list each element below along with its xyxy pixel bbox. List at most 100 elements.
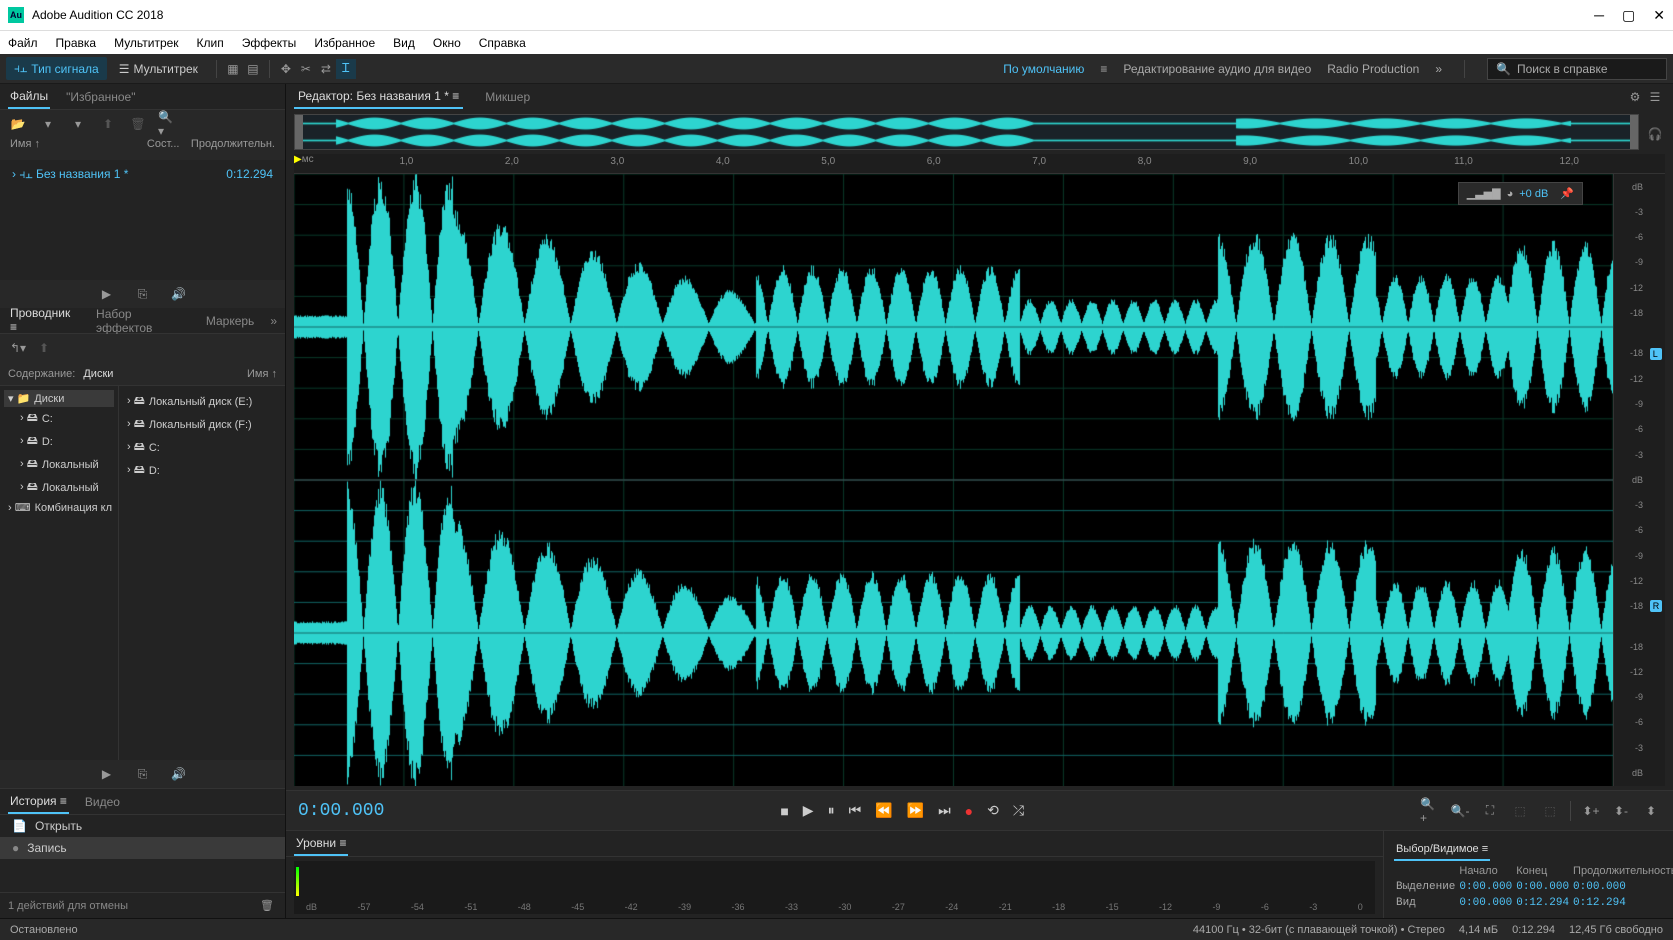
tab-favorites[interactable]: "Избранное" [64,86,137,108]
list-item[interactable]: › 🖴 Локальный диск (E:) [123,390,281,413]
close-button[interactable]: ✕ [1653,7,1665,24]
headphones-icon[interactable]: 🎧 [1645,124,1665,144]
col-duration[interactable]: Продолжительн. [191,138,275,160]
goto-start-button[interactable]: ⏮ [849,802,862,819]
workspace-radio[interactable]: Radio Production [1327,62,1419,76]
tree-node[interactable]: › ⌨ Комбинация кл [4,499,114,516]
menu-clip[interactable]: Клип [197,36,224,50]
workspace-menu-icon[interactable]: ≡ [1100,62,1107,76]
loop-button[interactable]: ⟲ [987,802,999,819]
zoom-out-amp-icon[interactable]: ⬍- [1611,801,1631,821]
open-file-icon[interactable]: 📂 [8,114,28,134]
tab-video[interactable]: Видео [83,791,122,813]
overview-waveform[interactable] [294,114,1639,150]
menu-window[interactable]: Окно [433,36,461,50]
multitrack-view-button[interactable]: ☰ Мультитрек [111,58,206,80]
maximize-button[interactable]: ▢ [1622,7,1635,24]
tree-node[interactable]: › 🖴 Локальный [4,476,114,499]
view-start[interactable]: 0:00.000 [1457,895,1514,911]
hud-overlay[interactable]: ▁▃▅▇ ◕ +0 dB 📌 [1458,182,1583,205]
menu-file[interactable]: Файл [8,36,38,50]
view-end[interactable]: 0:12.294 [1514,895,1571,911]
overview-handle-left[interactable] [295,115,303,149]
zoom-full-icon[interactable]: ⛶ [1480,801,1500,821]
waveform-view-button[interactable]: ⫞⫠ Тип сигнала [6,57,107,80]
pin-icon[interactable]: 📌 [1560,187,1574,200]
menu-favorites[interactable]: Избранное [314,36,375,50]
spectral-freq-button[interactable]: ▦ [223,59,243,79]
col-name[interactable]: Имя ↑ [10,138,147,160]
overview-handle-right[interactable] [1630,115,1638,149]
tree-node[interactable]: › 🖴 Локальный [4,453,114,476]
list-item[interactable]: › 🖴 Локальный диск (F:) [123,413,281,436]
goto-end-button[interactable]: ⏭ [938,802,951,819]
tree-node[interactable]: › 🖴 C: [4,407,114,430]
forward-button[interactable]: ⏩ [907,802,924,819]
file-row[interactable]: › ⫞⫠ Без названия 1 * 0:12.294 [4,164,281,185]
menu-help[interactable]: Справка [479,36,526,50]
waveform-display[interactable]: ▁▃▅▇ ◕ +0 dB 📌 [294,174,1613,786]
tab-files[interactable]: Файлы [8,85,50,109]
zoom-out-icon[interactable]: 🔍- [1450,801,1470,821]
trash-icon[interactable]: 🗑 [257,896,277,916]
menu-edit[interactable]: Правка [56,36,97,50]
move-tool[interactable]: ✥ [276,59,296,79]
tab-selection[interactable]: Выбор/Видимое ≡ [1394,839,1490,861]
list-col-name[interactable]: Имя ↑ [247,368,277,380]
time-selection-tool[interactable]: Ꮖ [336,59,356,79]
filter-icon[interactable]: 🔍▾ [158,114,178,134]
view-dur[interactable]: 0:12.294 [1571,895,1673,911]
rewind-button[interactable]: ⏪ [875,802,892,819]
zoom-in-amp-icon[interactable]: ⬍+ [1581,801,1601,821]
list-item[interactable]: › 🖴 C: [123,436,281,459]
play-icon[interactable]: ▶ [97,764,117,784]
help-search[interactable]: 🔍 Поиск в справке [1487,58,1667,80]
zoom-in-icon[interactable]: 🔍+ [1420,801,1440,821]
sel-start[interactable]: 0:00.000 [1457,879,1514,895]
content-value[interactable]: Диски [83,368,113,380]
loop-icon[interactable]: ⎘ [133,764,153,784]
pause-button[interactable]: ⏸ [828,802,835,819]
menu-effects[interactable]: Эффекты [242,36,297,50]
minimize-button[interactable]: ─ [1594,7,1604,24]
panel-menu-icon[interactable]: ☰ [1645,87,1665,107]
workspace-editaudio[interactable]: Редактирование аудио для видео [1123,62,1311,76]
autoplay-icon[interactable]: 🔊 [169,764,189,784]
import-icon[interactable]: ▾ [68,114,88,134]
play-button[interactable]: ▶ [803,802,814,819]
workspace-default[interactable]: По умолчанию [1003,62,1084,76]
tab-markers[interactable]: Маркерь [204,310,256,332]
spectral-pitch-button[interactable]: ▤ [243,59,263,79]
more-tabs-icon[interactable]: » [270,314,277,328]
tab-mixer[interactable]: Микшер [481,86,534,108]
zoom-reset-amp-icon[interactable]: ⬍ [1641,801,1661,821]
tab-levels[interactable]: Уровни ≡ [294,832,348,856]
stop-button[interactable]: ■ [780,803,788,819]
list-item[interactable]: › 🖴 D: [123,459,281,482]
razor-tool[interactable]: ✂ [296,59,316,79]
play-icon[interactable]: ▶ [97,284,117,304]
history-item[interactable]: ●Запись [0,837,285,859]
time-display[interactable]: 0:00.000 [298,801,384,821]
tab-history[interactable]: История ≡ [8,790,69,814]
workspace-more-icon[interactable]: » [1435,62,1442,76]
slip-tool[interactable]: ⇄ [316,59,336,79]
sel-dur[interactable]: 0:00.000 [1571,879,1673,895]
time-ruler[interactable]: ▶мс 1,02,03,04,05,06,07,08,09,010,011,01… [294,154,1665,174]
nav-up-icon[interactable]: ↰▾ [8,338,28,358]
skip-selection-button[interactable]: ⤮ [1013,802,1024,819]
tab-editor[interactable]: Редактор: Без названия 1 * ≡ [294,85,463,109]
record-button[interactable]: ● [965,803,973,819]
history-item[interactable]: 📄Открыть [0,815,285,837]
menu-multitrack[interactable]: Мультитрек [114,36,178,50]
loop-icon[interactable]: ⎘ [133,284,153,304]
autoplay-icon[interactable]: 🔊 [169,284,189,304]
new-file-icon[interactable]: ▾ [38,114,58,134]
tree-node[interactable]: › 🖴 D: [4,430,114,453]
tree-node[interactable]: ▾ 📁 Диски [4,390,114,407]
menu-view[interactable]: Вид [393,36,415,50]
sel-end[interactable]: 0:00.000 [1514,879,1571,895]
gear-icon[interactable]: ⚙ [1625,87,1645,107]
playhead-marker[interactable]: ▶мс [294,154,314,165]
col-state[interactable]: Сост... [147,138,191,160]
